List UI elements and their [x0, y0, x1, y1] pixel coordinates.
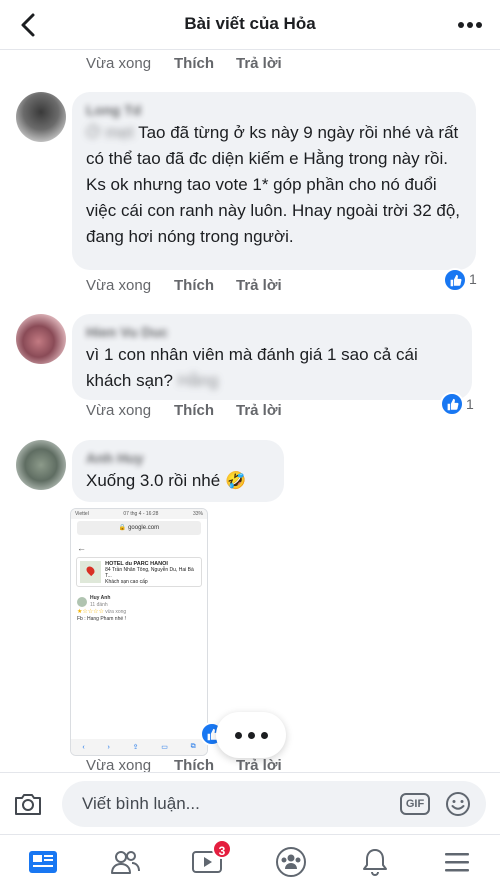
phone-status-bar: Viettel 07 thg 4 - 16:28 33% — [71, 509, 207, 519]
more-options-icon[interactable] — [454, 10, 486, 40]
typing-indicator — [216, 712, 286, 758]
comment-text: vì 1 con nhân viên mà đánh giá 1 sao cả … — [86, 342, 458, 394]
camera-icon[interactable] — [12, 788, 44, 820]
review-text: Fb : Hang Pham nhé ! — [77, 616, 126, 622]
like-count: 1 — [469, 271, 477, 287]
hotel-info: HOTEL du PARC HANOI 84 Trần Nhân Tông, N… — [105, 561, 198, 585]
carrier-text: Viettel — [75, 511, 89, 517]
avatar[interactable] — [16, 92, 66, 142]
comment-text: Ở mẹt Tao đã từng ở ks này 9 ngày rồi nh… — [86, 120, 462, 250]
friends-icon[interactable] — [108, 845, 142, 879]
tabs-icon: ⧉ — [190, 743, 196, 750]
comment-actions: Vừa xong Thích Trả lời — [86, 402, 282, 419]
map-pin-icon — [84, 564, 97, 577]
top-bar: Bài viết của Hỏa — [0, 0, 500, 50]
map-thumbnail — [80, 561, 102, 583]
back-icon: ‹ — [82, 743, 85, 751]
star-rating-icon: ★☆☆☆☆ — [77, 609, 104, 615]
comment-input[interactable]: Viết bình luận... GIF — [62, 781, 486, 827]
reply-link[interactable]: Trả lời — [236, 402, 282, 419]
gif-button[interactable]: GIF — [400, 793, 430, 815]
comment-bubble: Long Td Ở mẹt Tao đã từng ở ks này 9 ngà… — [72, 92, 476, 270]
comment-text: Xuống 3.0 rồi nhé 🤣 — [86, 471, 247, 490]
thumbs-up-icon — [450, 274, 461, 286]
hotel-card: HOTEL du PARC HANOI 84 Trần Nhân Tông, N… — [76, 557, 202, 587]
browser-url-bar: 🔒 google.com — [77, 521, 201, 535]
commenter-name[interactable]: Anh Huy — [86, 450, 270, 466]
like-count: 1 — [466, 396, 474, 412]
comment-time: Vừa xong — [86, 55, 152, 72]
notification-badge: 3 — [212, 839, 232, 859]
comment-body: vì 1 con nhân viên mà đánh giá 1 sao cả … — [86, 345, 418, 390]
comment-actions: Vừa xong Thích Trả lời — [86, 55, 282, 72]
page-title: Bài viết của Hỏa — [184, 14, 316, 33]
reply-link[interactable]: Trả lời — [236, 55, 282, 72]
share-icon: ⇪ — [132, 744, 139, 751]
commenter-name[interactable]: Long Td — [86, 102, 462, 118]
groups-icon[interactable] — [274, 845, 308, 879]
emoji-icon[interactable] — [444, 790, 472, 818]
dot-icon — [234, 731, 242, 739]
avatar[interactable] — [16, 314, 66, 364]
review-entry: Huy Anh 11 đánh ★☆☆☆☆ vừa xong Fb : Hang… — [77, 595, 201, 623]
dot-icon — [247, 731, 255, 739]
watch-tab[interactable]: 3 — [190, 839, 232, 879]
like-reaction-icon[interactable] — [443, 268, 467, 292]
url-text: google.com — [128, 525, 160, 531]
back-arrow-icon: ← — [77, 543, 86, 553]
browser-toolbar: ‹ › ⇪ ▭ ⧉ — [71, 739, 207, 755]
clock-text: 07 thg 4 - 16:28 — [123, 511, 159, 517]
comment-time: Vừa xong — [86, 277, 152, 294]
forward-icon: › — [107, 743, 110, 751]
notifications-bell-icon[interactable] — [358, 845, 392, 879]
comment-bubble: Anh Huy Xuống 3.0 rồi nhé 🤣 — [72, 440, 284, 502]
avatar[interactable] — [16, 440, 66, 490]
bottom-tab-bar: 3 — [0, 834, 500, 888]
bookmarks-icon: ▭ — [161, 744, 168, 751]
thumbs-up-icon — [447, 398, 458, 410]
battery-text: 33% — [192, 511, 203, 517]
news-feed-icon[interactable] — [26, 845, 60, 879]
menu-icon[interactable] — [440, 845, 474, 879]
comment-placeholder: Viết bình luận... — [82, 794, 200, 813]
hotel-type: Khách sạn cao cấp — [105, 579, 148, 585]
blurred-mention: Ở mẹt — [86, 123, 134, 142]
like-reaction-icon[interactable] — [440, 392, 464, 416]
attached-screenshot[interactable]: Viettel 07 thg 4 - 16:28 33% 🔒 google.co… — [70, 508, 208, 756]
comment-actions: Vừa xong Thích Trả lời — [86, 277, 282, 294]
comment-bubble: Hien Vu Duc vì 1 con nhân viên mà đánh g… — [72, 314, 472, 400]
comment-body: Tao đã từng ở ks này 9 ngày rồi nhé và r… — [86, 123, 461, 246]
reply-link[interactable]: Trả lời — [236, 277, 282, 294]
like-link[interactable]: Thích — [174, 277, 236, 294]
reviewer-name: Huy Anh — [90, 595, 111, 601]
dot-icon — [260, 731, 268, 739]
blurred-mention: Hằng — [177, 371, 219, 390]
review-age: vừa xong — [105, 609, 127, 615]
like-link[interactable]: Thích — [174, 55, 236, 72]
avatar — [77, 597, 87, 607]
comment-time: Vừa xong — [86, 402, 152, 419]
commenter-name[interactable]: Hien Vu Duc — [86, 324, 458, 340]
lock-icon: 🔒 — [118, 525, 127, 531]
like-link[interactable]: Thích — [174, 402, 236, 419]
hotel-address: 84 Trần Nhân Tông, Nguyễn Du, Hai Bà T..… — [105, 567, 194, 579]
comment-composer: Viết bình luận... GIF — [0, 772, 500, 834]
reviewer-meta: 11 đánh — [90, 602, 108, 608]
